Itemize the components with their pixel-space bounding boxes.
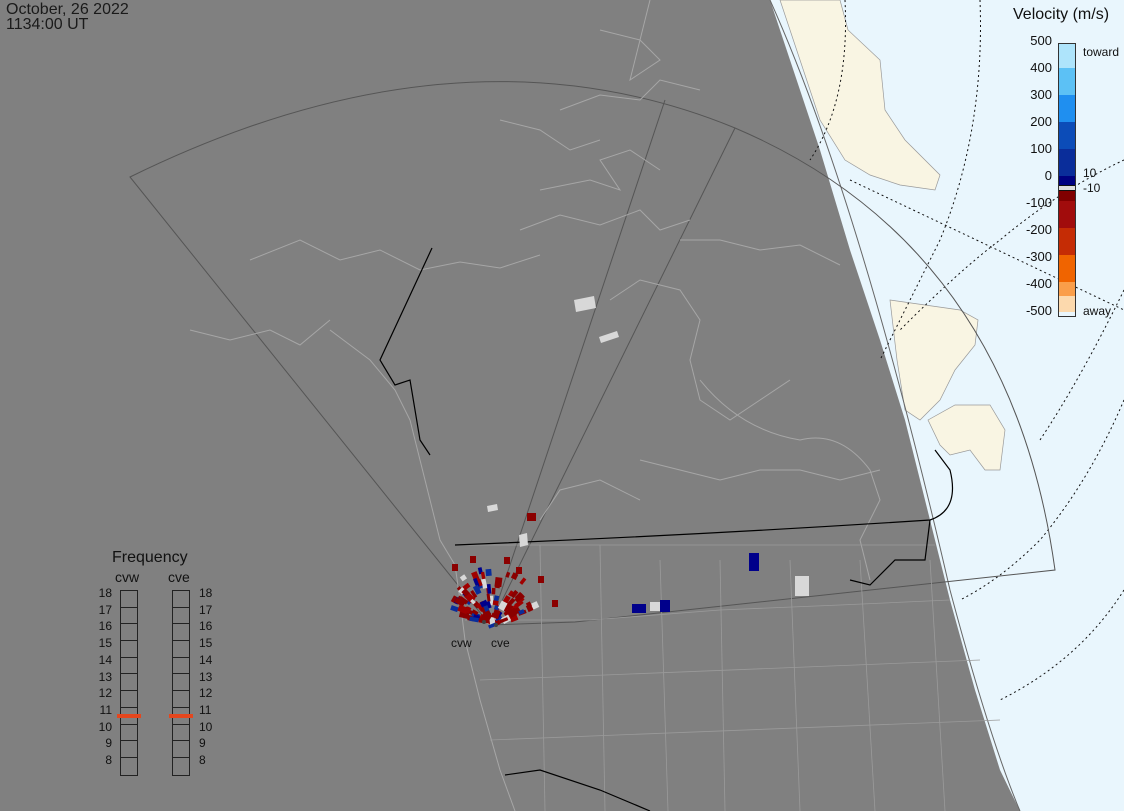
scatter-cell <box>470 556 476 563</box>
frequency-level-label: 10 <box>199 719 213 734</box>
frequency-cell <box>173 758 189 775</box>
scatter-cell <box>494 576 503 588</box>
frequency-marker <box>117 714 141 719</box>
scatter-cell <box>516 567 522 574</box>
frequency-level-label: 9 <box>105 736 112 751</box>
velocity-tick-500: 500 <box>1030 33 1052 48</box>
toward-label: toward <box>1083 45 1120 59</box>
frequency-level-label: 12 <box>98 686 112 701</box>
frequency-cell <box>121 674 137 692</box>
frequency-level-label: 16 <box>199 619 213 634</box>
frequency-cell <box>121 741 137 758</box>
frequency-cell <box>121 725 137 742</box>
scatter-cell <box>485 568 492 577</box>
scatter-cell <box>491 587 496 595</box>
frequency-level-label: 18 <box>98 586 112 600</box>
frequency-cell <box>173 624 189 642</box>
scatter-cell <box>505 571 511 578</box>
frequency-level-label: 15 <box>199 636 213 651</box>
frequency-legend-title: Frequency <box>112 549 188 566</box>
velocity-tick-400: 400 <box>1030 60 1052 75</box>
coastlines <box>189 0 881 811</box>
frequency-cell <box>173 691 189 708</box>
frequency-level-label: 11 <box>99 702 112 717</box>
frequency-level-label: 10 <box>98 719 112 734</box>
frequency-column-cve <box>169 590 193 776</box>
scatter-cell <box>519 577 527 585</box>
frequency-column-cvw <box>117 590 141 776</box>
frequency-cell <box>121 691 137 708</box>
superdarn-map-view: { "header": {"date": "October, 26 2022",… <box>0 0 1124 811</box>
political-borders <box>379 247 954 811</box>
frequency-level-label: 16 <box>98 619 112 634</box>
scatter-cell <box>552 600 558 607</box>
frequency-level-label: 11 <box>199 702 212 717</box>
frequency-level-label: 18 <box>199 586 213 600</box>
frequency-cell <box>173 641 189 658</box>
velocity-tick-neg200: -200 <box>1025 222 1052 237</box>
frequency-cell <box>121 591 137 608</box>
scatter-cell <box>450 605 459 613</box>
frequency-level-label: 8 <box>199 753 206 767</box>
frequency-cell <box>121 758 137 775</box>
ground-scatter-cells <box>487 296 809 611</box>
frequency-level-label: 17 <box>98 602 112 617</box>
frequency-cell <box>173 658 189 675</box>
frequency-level-label: 8 <box>105 753 112 767</box>
frequency-radar-cvw: cvw <box>115 569 140 585</box>
scatter-cell <box>538 576 544 583</box>
scatter-cell <box>492 600 499 606</box>
time-label: 1134:00 UT <box>6 16 89 33</box>
frequency-radar-cve: cve <box>168 569 190 585</box>
frequency-level-label: 9 <box>199 736 206 751</box>
away-label: away <box>1083 304 1112 318</box>
scatter-cluster <box>450 556 558 629</box>
site-label-cve: cve <box>491 636 510 650</box>
frequency-cell <box>173 674 189 692</box>
frequency-cell <box>121 624 137 642</box>
velocity-tick-neg500: -500 <box>1025 303 1052 318</box>
frequency-cell <box>173 608 189 625</box>
frequency-cell <box>117 708 141 725</box>
velocity-tick-200: 200 <box>1030 114 1052 129</box>
velocity-tick-0: 0 <box>1044 168 1052 183</box>
frequency-level-label: 12 <box>199 686 213 701</box>
velocity-tick-neg300: -300 <box>1025 249 1052 264</box>
frequency-level-label: 13 <box>98 669 112 684</box>
frequency-cell <box>121 608 137 625</box>
frequency-level-label: 13 <box>199 669 213 684</box>
frequency-marker <box>169 714 193 719</box>
velocity-tick-neg100: -100 <box>1025 195 1052 210</box>
frequency-level-label: 14 <box>199 652 213 667</box>
frequency-cell <box>121 641 137 658</box>
scatter-cell <box>486 593 491 602</box>
velocity-cells-away <box>527 513 536 521</box>
velocity-tick-300: 300 <box>1030 87 1052 102</box>
velocity-legend-title: Velocity (m/s) <box>1013 6 1110 23</box>
site-label-cvw: cvw <box>451 636 472 650</box>
frequency-level-label: 14 <box>98 652 112 667</box>
scatter-cell <box>504 557 510 564</box>
map-canvas <box>129 0 1124 811</box>
velocity-colorbar <box>1058 43 1076 317</box>
frequency-cell <box>173 741 189 758</box>
velocity-gap-lower: -10 <box>1083 181 1101 195</box>
velocity-gap-upper: 10 <box>1083 166 1097 180</box>
velocity-tick-100: 100 <box>1030 141 1052 156</box>
frequency-cell <box>169 708 193 725</box>
frequency-cell <box>173 591 189 608</box>
scatter-cell <box>459 574 468 582</box>
scatter-cell <box>452 564 458 571</box>
frequency-cell <box>121 658 137 675</box>
frequency-cell <box>173 725 189 742</box>
scatter-cell <box>480 571 486 580</box>
frequency-level-label: 15 <box>98 636 112 651</box>
frequency-level-label: 17 <box>199 602 213 617</box>
velocity-tick-neg400: -400 <box>1025 276 1052 291</box>
